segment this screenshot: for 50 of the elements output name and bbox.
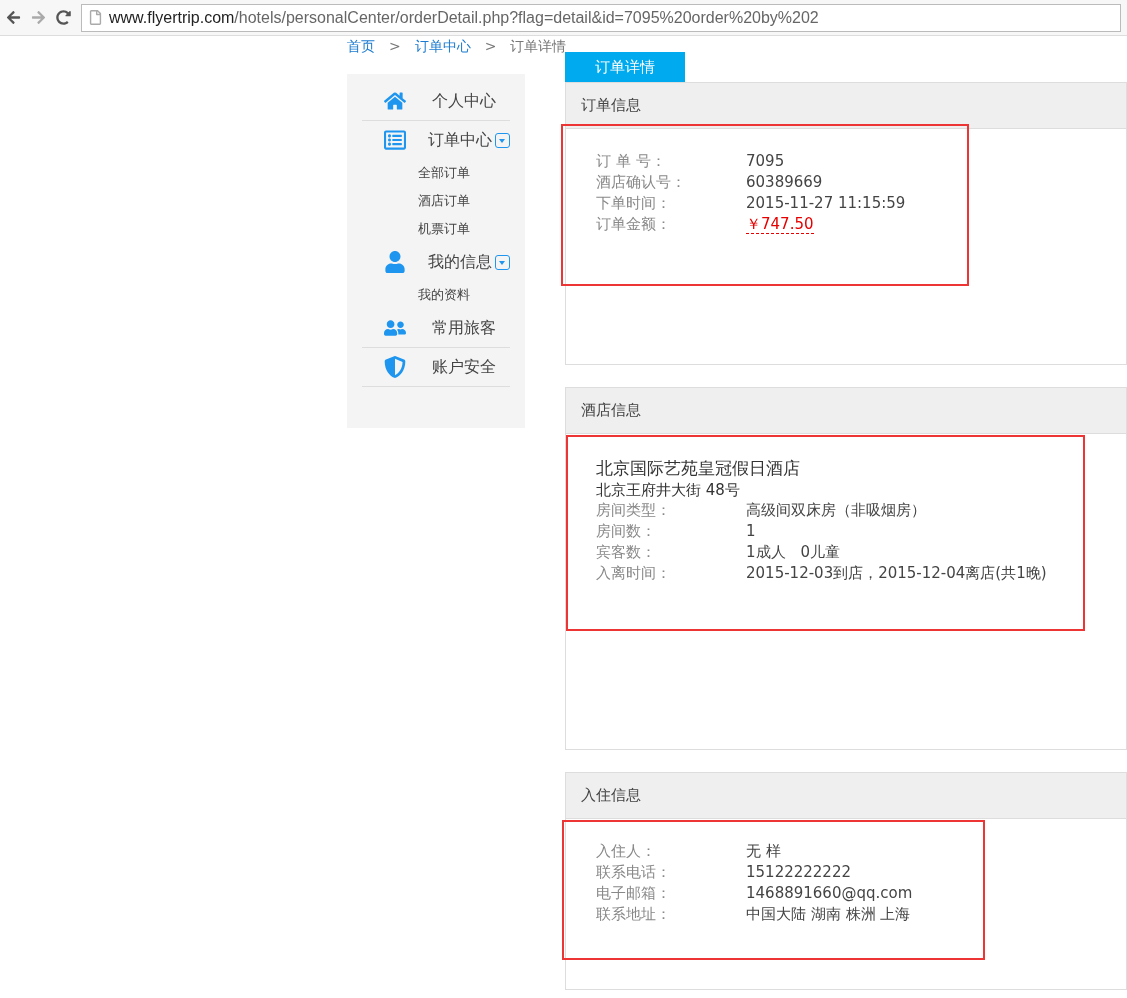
breadcrumb-link[interactable]: 首页 [347, 38, 375, 60]
field-value: 高级间双床房（非吸烟房） [746, 501, 926, 519]
hotel-address: 北京王府井大街 48号 [596, 480, 741, 500]
field-value: 无 样 [746, 842, 781, 860]
field-value: 60389669 [746, 173, 823, 191]
sidebar-item[interactable]: 账户安全 [428, 356, 496, 378]
field-label: 宾客数： [596, 542, 657, 563]
dropdown-icon[interactable] [495, 254, 510, 270]
field-label: 联系电话： [596, 862, 672, 883]
sidebar-item[interactable]: 我的信息 [428, 251, 492, 273]
field-value: 1成人 0儿童 [746, 543, 841, 561]
breadcrumb-text: 订单详情 [510, 38, 567, 56]
field-value: 2015-12-03到店，2015-12-04离店(共1晚) [746, 564, 1047, 582]
field-label: 房间数： [596, 521, 657, 542]
field-label: 联系地址： [596, 904, 672, 925]
page-icon [88, 10, 103, 25]
panel-title: 酒店信息 [566, 388, 1126, 434]
sidebar-subitem[interactable]: 全部订单 [362, 159, 510, 187]
sidebar-item[interactable]: 订单中心 [428, 129, 492, 151]
address-field[interactable]: www.flyertrip.com/hotels/personalCenter/orderDetail.php?flag=detail&id=7095%20order%20by%202 [81, 3, 1121, 32]
field-label: 电子邮箱： [596, 883, 672, 904]
field-value: 中国大陆 湖南 株洲 上海 [746, 905, 911, 923]
price-value: ￥747.50 [746, 215, 814, 234]
field-label: 酒店确认号： [596, 172, 687, 193]
field-value: 1468891660@qq.com [746, 884, 913, 902]
field-label: 订单金额： [596, 214, 672, 235]
field-label: 订 单 号： [596, 151, 667, 172]
sidebar-item[interactable]: 个人中心 [428, 90, 496, 112]
reload-icon[interactable] [56, 10, 71, 25]
breadcrumb-text: > [389, 38, 401, 56]
field-value: 2015-11-27 11:15:59 [746, 194, 906, 212]
sidebar-subitem[interactable]: 酒店订单 [362, 187, 510, 215]
field-label: 入离时间： [596, 563, 672, 584]
panel-title: 入住信息 [566, 773, 1126, 819]
hotel-name: 北京国际艺苑皇冠假日酒店 [596, 457, 801, 480]
breadcrumb-link[interactable]: 订单中心 [414, 38, 471, 60]
back-icon[interactable] [6, 10, 21, 25]
dropdown-icon[interactable] [495, 132, 510, 148]
field-value: 15122222222 [746, 863, 851, 881]
field-label: 下单时间： [596, 193, 672, 214]
sidebar-item[interactable]: 常用旅客 [428, 317, 496, 339]
sidebar-subitem[interactable]: 我的资料 [362, 281, 510, 309]
field-value: 7095 [746, 152, 785, 170]
panel-title: 订单信息 [566, 83, 1126, 129]
sidebar-subitem[interactable]: 机票订单 [362, 215, 510, 243]
field-value: 1 [746, 522, 756, 540]
field-label: 房间类型： [596, 500, 672, 521]
forward-icon[interactable] [31, 10, 46, 25]
breadcrumb-text: > [484, 38, 497, 56]
field-label: 入住人： [596, 841, 657, 862]
